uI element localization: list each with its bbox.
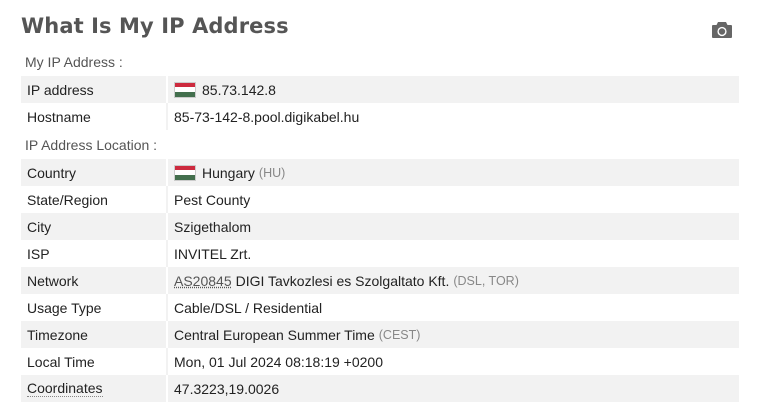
local-time-value: Mon, 01 Jul 2024 08:18:19 +0200 — [174, 353, 384, 370]
table-row-network: Network AS20845 DIGI Tavkozlesi es Szolg… — [21, 267, 739, 294]
table-row-coordinates: Coordinates 47.3223,19.0026 — [21, 375, 739, 402]
usage-type-label: Usage Type — [21, 294, 168, 321]
coordinates-label[interactable]: Coordinates — [27, 380, 103, 397]
table-row-ip-address: IP address 85.73.142.8 — [21, 76, 739, 103]
city-value: Szigethalom — [174, 218, 252, 235]
as-number-link[interactable]: AS20845 — [174, 273, 232, 289]
table-row-city: City Szigethalom — [21, 213, 739, 240]
ip-section-label: My IP Address : — [25, 54, 123, 70]
network-tags: (DSL, TOR) — [453, 273, 519, 288]
hungary-flag-icon — [174, 164, 196, 181]
hungary-flag-icon — [174, 81, 196, 98]
hostname-value: 85-73-142-8.pool.digikabel.hu — [174, 108, 360, 125]
local-time-label: Local Time — [21, 348, 168, 375]
isp-value: INVITEL Zrt. — [174, 245, 252, 262]
table-row-hostname: Hostname 85-73-142-8.pool.digikabel.hu — [21, 103, 739, 130]
state-value: Pest County — [174, 191, 251, 208]
ip-address-value: 85.73.142.8 — [202, 81, 276, 98]
state-label: State/Region — [21, 186, 168, 213]
table-row-state: State/Region Pest County — [21, 186, 739, 213]
table-row-timezone: Timezone Central European Summer Time (C… — [21, 321, 739, 348]
timezone-value: Central European Summer Time — [174, 326, 375, 343]
timezone-label: Timezone — [21, 321, 168, 348]
location-section-label: IP Address Location : — [25, 137, 158, 153]
page-title: What Is My IP Address — [21, 14, 289, 38]
table-row-usage-type: Usage Type Cable/DSL / Residential — [21, 294, 739, 321]
location-info-table: Country Hungary (HU) State/Region Pest C… — [21, 159, 739, 402]
table-row-country: Country Hungary (HU) — [21, 159, 739, 186]
camera-icon[interactable] — [711, 20, 733, 40]
usage-type-value: Cable/DSL / Residential — [174, 299, 323, 316]
coordinates-value: 47.3223,19.0026 — [174, 380, 280, 397]
country-code: (HU) — [258, 165, 286, 180]
table-row-isp: ISP INVITEL Zrt. — [21, 240, 739, 267]
hostname-label: Hostname — [21, 103, 168, 130]
country-label: Country — [21, 159, 168, 186]
network-value: DIGI Tavkozlesi es Szolgaltato Kft. — [235, 272, 450, 289]
table-row-local-time: Local Time Mon, 01 Jul 2024 08:18:19 +02… — [21, 348, 739, 375]
ip-address-label: IP address — [21, 76, 168, 103]
ip-info-table: IP address 85.73.142.8 Hostname 85-73-14… — [21, 76, 739, 130]
timezone-abbr: (CEST) — [378, 327, 421, 342]
city-label: City — [21, 213, 168, 240]
network-label: Network — [21, 267, 168, 294]
country-value: Hungary — [202, 164, 255, 181]
isp-label: ISP — [21, 240, 168, 267]
